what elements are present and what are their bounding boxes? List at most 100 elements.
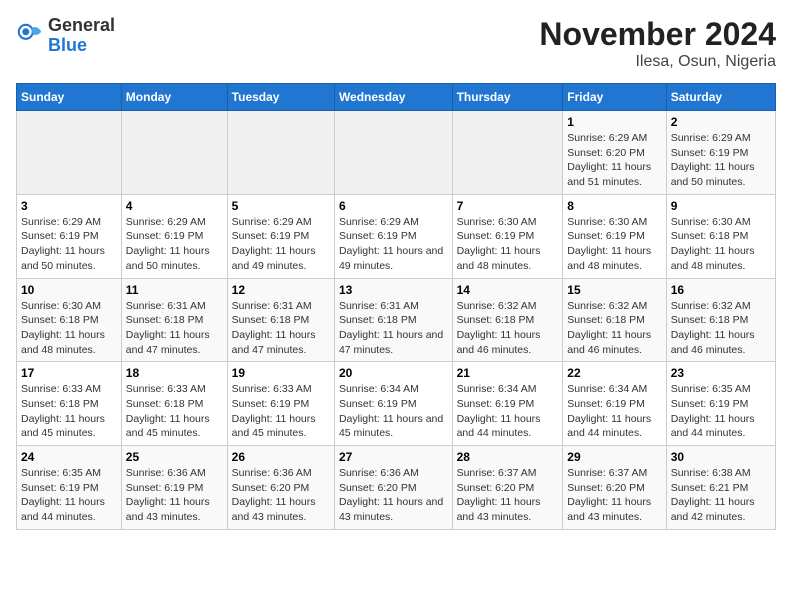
header-monday: Monday [121, 84, 227, 111]
calendar-day: 12 Sunrise: 6:31 AM Sunset: 6:18 PM Dayli… [227, 278, 334, 362]
day-info: Sunrise: 6:31 AM Sunset: 6:18 PM Dayligh… [339, 299, 448, 358]
header-friday: Friday [563, 84, 666, 111]
day-info: Sunrise: 6:30 AM Sunset: 6:19 PM Dayligh… [457, 215, 559, 274]
day-info: Sunrise: 6:33 AM Sunset: 6:19 PM Dayligh… [232, 382, 330, 441]
calendar-day: 25 Sunrise: 6:36 AM Sunset: 6:19 PM Dayli… [121, 446, 227, 530]
calendar-day: 18Sunrise: 6:33 AM Sunset: 6:18 PM Dayli… [121, 362, 227, 446]
calendar-day: 2Sunrise: 6:29 AM Sunset: 6:19 PM Daylig… [666, 111, 775, 195]
day-info: Sunrise: 6:37 AM Sunset: 6:20 PM Dayligh… [457, 466, 559, 525]
calendar-day: 26Sunrise: 6:36 AM Sunset: 6:20 PM Dayli… [227, 446, 334, 530]
calendar-day: 16Sunrise: 6:32 AM Sunset: 6:18 PM Dayli… [666, 278, 775, 362]
calendar-day: 3Sunrise: 6:29 AM Sunset: 6:19 PM Daylig… [17, 194, 122, 278]
day-info: Sunrise: 6:34 AM Sunset: 6:19 PM Dayligh… [457, 382, 559, 441]
logo-general: General [48, 16, 115, 36]
calendar-day: 1 Sunrise: 6:29 AM Sunset: 6:20 PM Daylig… [563, 111, 666, 195]
logo: General Blue [16, 16, 115, 56]
day-number: 9 [671, 199, 771, 213]
calendar-day: 21 Sunrise: 6:34 AM Sunset: 6:19 PM Dayli… [452, 362, 563, 446]
calendar-table: SundayMondayTuesdayWednesdayThursdayFrid… [16, 83, 776, 530]
logo-text: General Blue [48, 16, 115, 56]
calendar-day: 6 Sunrise: 6:29 AM Sunset: 6:19 PM Daylig… [334, 194, 452, 278]
day-info: Sunrise: 6:29 AM Sunset: 6:19 PM Dayligh… [339, 215, 448, 274]
calendar-day: 14 Sunrise: 6:32 AM Sunset: 6:18 PM Dayli… [452, 278, 563, 362]
calendar-day: 8Sunrise: 6:30 AM Sunset: 6:19 PM Daylig… [563, 194, 666, 278]
calendar-day: 9 Sunrise: 6:30 AM Sunset: 6:18 PM Daylig… [666, 194, 775, 278]
header-tuesday: Tuesday [227, 84, 334, 111]
day-info: Sunrise: 6:31 AM Sunset: 6:18 PM Dayligh… [126, 299, 223, 358]
logo-icon [16, 22, 44, 50]
calendar-day: 23Sunrise: 6:35 AM Sunset: 6:19 PM Dayli… [666, 362, 775, 446]
calendar-week-1: 1 Sunrise: 6:29 AM Sunset: 6:20 PM Daylig… [17, 111, 776, 195]
calendar-day: 19 Sunrise: 6:33 AM Sunset: 6:19 PM Dayli… [227, 362, 334, 446]
day-number: 2 [671, 115, 771, 129]
day-number: 15 [567, 283, 661, 297]
day-info: Sunrise: 6:38 AM Sunset: 6:21 PM Dayligh… [671, 466, 771, 525]
day-number: 20 [339, 366, 448, 380]
title-section: November 2024 Ilesa, Osun, Nigeria [539, 16, 776, 71]
day-number: 12 [232, 283, 330, 297]
day-info: Sunrise: 6:34 AM Sunset: 6:19 PM Dayligh… [339, 382, 448, 441]
calendar-day: 10 Sunrise: 6:30 AM Sunset: 6:18 PM Dayli… [17, 278, 122, 362]
calendar-body: 1 Sunrise: 6:29 AM Sunset: 6:20 PM Daylig… [17, 111, 776, 530]
day-info: Sunrise: 6:32 AM Sunset: 6:18 PM Dayligh… [457, 299, 559, 358]
calendar-header-row: SundayMondayTuesdayWednesdayThursdayFrid… [17, 84, 776, 111]
day-number: 18 [126, 366, 223, 380]
day-number: 30 [671, 450, 771, 464]
day-info: Sunrise: 6:31 AM Sunset: 6:18 PM Dayligh… [232, 299, 330, 358]
day-number: 21 [457, 366, 559, 380]
calendar-day [452, 111, 563, 195]
calendar-title: November 2024 [539, 16, 776, 53]
day-info: Sunrise: 6:36 AM Sunset: 6:19 PM Dayligh… [126, 466, 223, 525]
day-number: 14 [457, 283, 559, 297]
header-thursday: Thursday [452, 84, 563, 111]
calendar-day: 28 Sunrise: 6:37 AM Sunset: 6:20 PM Dayli… [452, 446, 563, 530]
day-number: 22 [567, 366, 661, 380]
calendar-day [334, 111, 452, 195]
header-saturday: Saturday [666, 84, 775, 111]
day-number: 4 [126, 199, 223, 213]
calendar-week-3: 10 Sunrise: 6:30 AM Sunset: 6:18 PM Dayli… [17, 278, 776, 362]
calendar-day: 4 Sunrise: 6:29 AM Sunset: 6:19 PM Daylig… [121, 194, 227, 278]
day-info: Sunrise: 6:34 AM Sunset: 6:19 PM Dayligh… [567, 382, 661, 441]
header-wednesday: Wednesday [334, 84, 452, 111]
day-number: 11 [126, 283, 223, 297]
calendar-day: 27 Sunrise: 6:36 AM Sunset: 6:20 PM Dayli… [334, 446, 452, 530]
calendar-day: 22 Sunrise: 6:34 AM Sunset: 6:19 PM Dayli… [563, 362, 666, 446]
day-number: 7 [457, 199, 559, 213]
day-info: Sunrise: 6:29 AM Sunset: 6:20 PM Dayligh… [567, 131, 661, 190]
calendar-week-5: 24 Sunrise: 6:35 AM Sunset: 6:19 PM Dayli… [17, 446, 776, 530]
day-info: Sunrise: 6:30 AM Sunset: 6:18 PM Dayligh… [21, 299, 117, 358]
calendar-week-2: 3Sunrise: 6:29 AM Sunset: 6:19 PM Daylig… [17, 194, 776, 278]
day-number: 29 [567, 450, 661, 464]
calendar-day [17, 111, 122, 195]
day-number: 10 [21, 283, 117, 297]
day-number: 6 [339, 199, 448, 213]
day-number: 17 [21, 366, 117, 380]
day-info: Sunrise: 6:29 AM Sunset: 6:19 PM Dayligh… [21, 215, 117, 274]
day-number: 27 [339, 450, 448, 464]
calendar-day: 11 Sunrise: 6:31 AM Sunset: 6:18 PM Dayli… [121, 278, 227, 362]
calendar-day: 15Sunrise: 6:32 AM Sunset: 6:18 PM Dayli… [563, 278, 666, 362]
day-number: 1 [567, 115, 661, 129]
day-info: Sunrise: 6:36 AM Sunset: 6:20 PM Dayligh… [339, 466, 448, 525]
day-number: 16 [671, 283, 771, 297]
calendar-day: 13 Sunrise: 6:31 AM Sunset: 6:18 PM Dayli… [334, 278, 452, 362]
day-number: 19 [232, 366, 330, 380]
day-info: Sunrise: 6:29 AM Sunset: 6:19 PM Dayligh… [232, 215, 330, 274]
calendar-day [227, 111, 334, 195]
day-number: 13 [339, 283, 448, 297]
day-number: 24 [21, 450, 117, 464]
day-info: Sunrise: 6:30 AM Sunset: 6:18 PM Dayligh… [671, 215, 771, 274]
day-number: 25 [126, 450, 223, 464]
day-number: 28 [457, 450, 559, 464]
day-info: Sunrise: 6:35 AM Sunset: 6:19 PM Dayligh… [671, 382, 771, 441]
calendar-day: 5 Sunrise: 6:29 AM Sunset: 6:19 PM Daylig… [227, 194, 334, 278]
day-info: Sunrise: 6:29 AM Sunset: 6:19 PM Dayligh… [126, 215, 223, 274]
day-number: 5 [232, 199, 330, 213]
day-info: Sunrise: 6:37 AM Sunset: 6:20 PM Dayligh… [567, 466, 661, 525]
calendar-subtitle: Ilesa, Osun, Nigeria [539, 53, 776, 71]
day-info: Sunrise: 6:35 AM Sunset: 6:19 PM Dayligh… [21, 466, 117, 525]
day-info: Sunrise: 6:33 AM Sunset: 6:18 PM Dayligh… [21, 382, 117, 441]
day-number: 8 [567, 199, 661, 213]
calendar-day: 7 Sunrise: 6:30 AM Sunset: 6:19 PM Daylig… [452, 194, 563, 278]
